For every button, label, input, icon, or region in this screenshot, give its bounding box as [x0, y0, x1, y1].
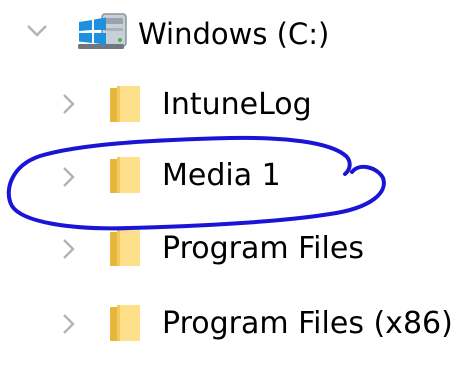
tree-root-windows-c[interactable]: Windows (C:)	[0, 0, 465, 64]
chevron-right-icon[interactable]	[52, 232, 86, 266]
tree-root-label: Windows (C:)	[138, 17, 330, 51]
tree-item-label: Program Files (x86)	[162, 306, 453, 341]
folder-icon	[110, 230, 140, 266]
windows-drive-icon	[76, 8, 132, 52]
tree-item-label: Program Files	[162, 231, 364, 266]
chevron-right-icon[interactable]	[52, 160, 86, 194]
tree-item-program-files-x86[interactable]: Program Files (x86)	[0, 291, 465, 355]
folder-icon	[110, 86, 140, 122]
chevron-right-icon[interactable]	[52, 307, 86, 341]
chevron-down-icon[interactable]	[20, 14, 54, 48]
tree-item-label: Media 1	[162, 158, 281, 193]
chevron-right-icon[interactable]	[52, 87, 86, 121]
tree-item-label: IntuneLog	[162, 87, 312, 122]
tree-item-media-1[interactable]: Media 1	[0, 143, 465, 207]
tree-item-intunelog[interactable]: IntuneLog	[0, 70, 465, 134]
folder-icon	[110, 305, 140, 341]
tree-item-program-files[interactable]: Program Files	[0, 215, 465, 279]
folder-icon	[110, 157, 140, 193]
